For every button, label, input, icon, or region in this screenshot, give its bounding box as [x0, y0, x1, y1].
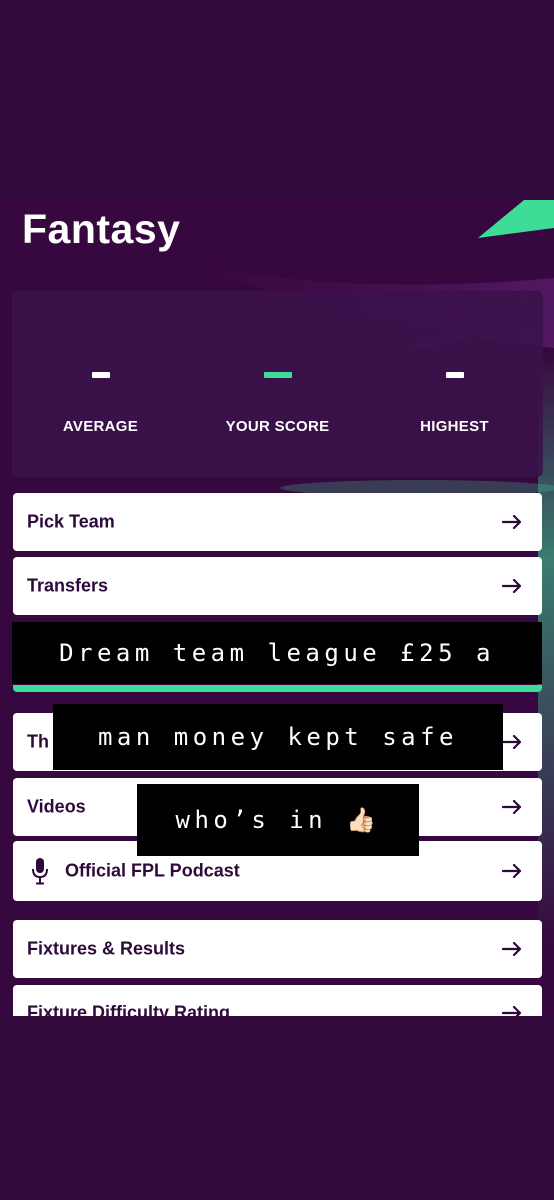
- average-score-label: AVERAGE: [62, 418, 139, 435]
- menu-item-label: Pick Team: [27, 511, 115, 532]
- highest-score[interactable]: HIGHEST: [366, 291, 543, 477]
- menu-item-transfers[interactable]: Transfers: [13, 557, 542, 615]
- bottom-area: [0, 1018, 554, 1200]
- menu-item-label: Th: [27, 731, 49, 752]
- menu-item-fixture-difficulty[interactable]: Fixture Difficulty Rating: [13, 985, 542, 1018]
- arrow-right-icon: [502, 735, 522, 749]
- menu-item-label: Fixtures & Results: [27, 938, 186, 959]
- arrow-right-icon: [502, 800, 522, 814]
- green-corner-shape: [478, 200, 554, 238]
- menu-item-label: Videos: [27, 796, 86, 817]
- menu-item-fixtures-results[interactable]: Fixtures & Results: [13, 920, 542, 978]
- arrow-right-icon: [502, 515, 522, 529]
- arrow-right-icon: [502, 579, 522, 593]
- menu-item-pick-team[interactable]: Pick Team: [13, 493, 542, 551]
- highest-score-value: [445, 372, 464, 378]
- your-score-value: [263, 372, 292, 378]
- overlay-caption: man money kept safe: [53, 704, 503, 770]
- arrow-right-icon: [502, 942, 522, 956]
- menu-item-label: Official FPL Podcast: [65, 860, 240, 881]
- overlay-caption: Dream team league £25 a: [12, 622, 542, 684]
- your-score-label: YOUR SCORE: [225, 418, 330, 435]
- arrow-right-icon: [502, 864, 522, 878]
- score-panel: AVERAGE YOUR SCORE HIGHEST: [12, 291, 543, 477]
- highest-score-label: HIGHEST: [420, 418, 489, 435]
- page-title: Fantasy: [22, 206, 181, 252]
- average-score-value: [91, 372, 110, 378]
- microphone-icon: [32, 858, 48, 885]
- your-score[interactable]: YOUR SCORE: [189, 291, 366, 477]
- overlay-caption: who’s in 👍🏻: [137, 784, 419, 856]
- active-item-highlight: [13, 685, 542, 692]
- fantasy-screen: Fantasy AVERAGE YOUR SCORE HIGHEST Pick …: [0, 198, 554, 1018]
- menu-item-label: Transfers: [27, 575, 109, 596]
- average-score: AVERAGE: [12, 291, 189, 477]
- status-area: [0, 0, 554, 198]
